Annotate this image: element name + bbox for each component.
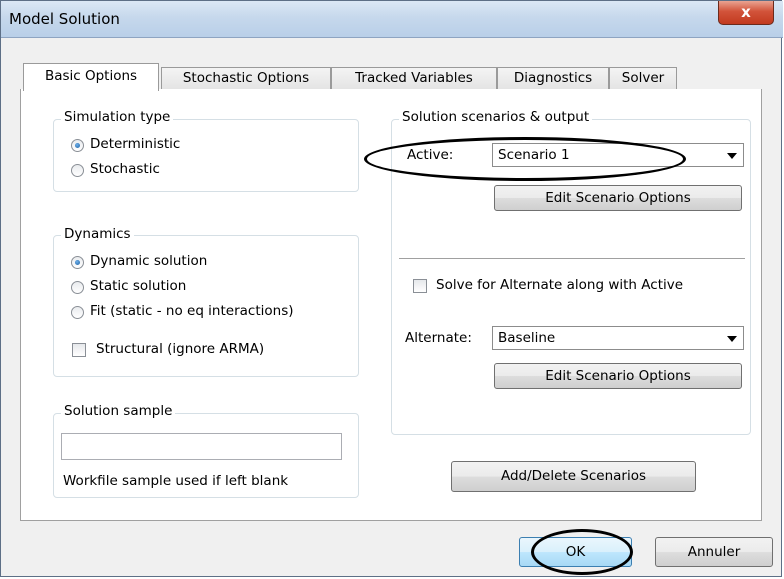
structural-checkbox[interactable] <box>72 343 86 357</box>
dynamics-legend: Dynamics <box>61 226 134 242</box>
window-title: Model Solution <box>9 10 120 28</box>
close-icon: x <box>741 3 751 21</box>
radio-stochastic-label[interactable]: Stochastic <box>90 161 160 177</box>
radio-deterministic-label[interactable]: Deterministic <box>90 136 180 152</box>
chevron-down-icon <box>727 336 737 342</box>
edit-active-scenario-options-button[interactable]: Edit Scenario Options <box>494 185 742 211</box>
scenarios-legend: Solution scenarios & output <box>399 109 593 125</box>
ok-button[interactable]: OK <box>519 537 632 567</box>
simulation-type-group <box>53 119 359 192</box>
solution-sample-input[interactable] <box>61 433 342 460</box>
tab-diagnostics[interactable]: Diagnostics <box>497 67 609 90</box>
radio-selected-dot <box>75 143 80 148</box>
tab-solver[interactable]: Solver <box>609 67 677 90</box>
tab-basic-options[interactable]: Basic Options <box>23 63 159 91</box>
cancel-button[interactable]: Annuler <box>655 537 773 567</box>
radio-selected-dot <box>75 260 80 265</box>
radio-fit-static[interactable] <box>71 306 84 319</box>
radio-fit-static-label[interactable]: Fit (static - no eq interactions) <box>90 303 294 319</box>
tab-tracked-variables[interactable]: Tracked Variables <box>331 67 497 90</box>
alternate-scenario-value: Baseline <box>498 330 556 346</box>
structural-checkbox-label[interactable]: Structural (ignore ARMA) <box>96 341 264 357</box>
solve-alternate-checkbox[interactable] <box>413 279 427 293</box>
active-scenario-value: Scenario 1 <box>498 147 570 163</box>
dialog-window: Model Solution x Basic Options Stochasti… <box>0 0 783 577</box>
radio-static-solution-label[interactable]: Static solution <box>90 278 186 294</box>
active-scenario-dropdown[interactable]: Scenario 1 <box>492 143 744 167</box>
tab-stochastic-options[interactable]: Stochastic Options <box>161 67 331 90</box>
radio-static-solution[interactable] <box>71 281 84 294</box>
active-scenario-label: Active: <box>407 147 454 163</box>
scenario-separator <box>399 258 745 259</box>
solution-sample-hint: Workfile sample used if left blank <box>63 473 289 489</box>
alternate-scenario-label: Alternate: <box>405 330 472 346</box>
alternate-scenario-dropdown[interactable]: Baseline <box>492 326 744 350</box>
simulation-type-legend: Simulation type <box>61 109 174 125</box>
close-button[interactable]: x <box>718 1 774 25</box>
radio-deterministic[interactable] <box>71 139 84 152</box>
solve-alternate-label[interactable]: Solve for Alternate along with Active <box>436 277 683 293</box>
radio-dynamic-solution[interactable] <box>71 256 84 269</box>
title-bar[interactable]: Model Solution x <box>1 1 783 38</box>
solution-sample-legend: Solution sample <box>61 403 176 419</box>
add-delete-scenarios-button[interactable]: Add/Delete Scenarios <box>451 461 696 492</box>
radio-dynamic-solution-label[interactable]: Dynamic solution <box>90 253 207 269</box>
chevron-down-icon <box>727 153 737 159</box>
radio-stochastic[interactable] <box>71 164 84 177</box>
edit-alternate-scenario-options-button[interactable]: Edit Scenario Options <box>494 363 742 389</box>
